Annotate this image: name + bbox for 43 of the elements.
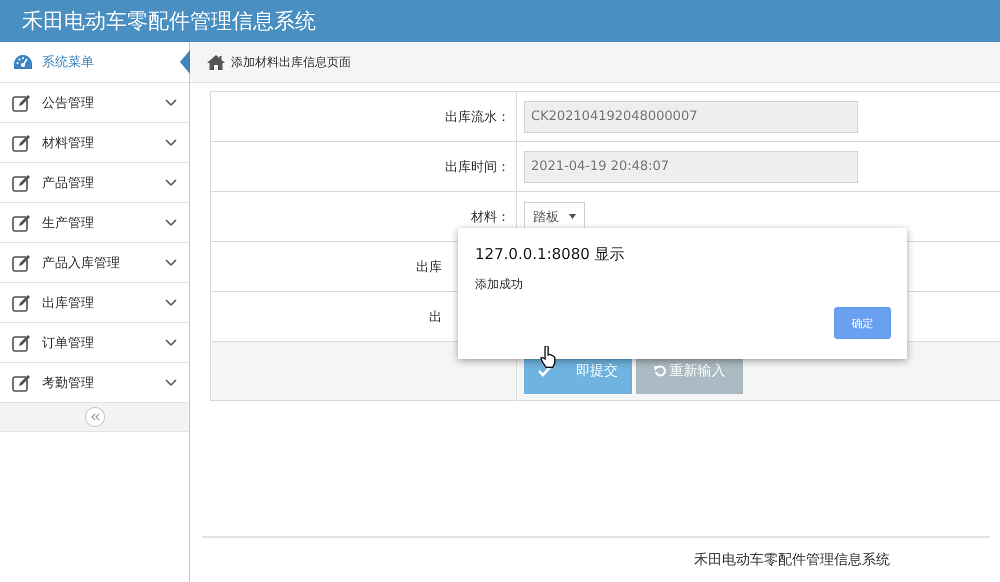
chevron-icon [165,298,177,306]
field-label: 出库流水： [445,108,510,126]
edit-icon [12,334,32,352]
edit-icon [12,254,32,272]
readonly-input-field[interactable]: 2021-04-19 20:48:07 [524,150,858,182]
chevron-icon [165,338,177,346]
sidebar-menu-item[interactable]: 公告管理 [0,83,189,123]
breadcrumb-text: 添加材料出库信息页面 [231,54,351,70]
sidebar-menu-item[interactable]: 生产管理 [0,203,189,243]
collapse-sidebar-button[interactable] [84,407,104,427]
home-icon [207,54,225,70]
dialog-title: 127.0.0.1:8080 显示 [475,245,626,264]
field-label: 出库 [416,258,442,276]
app-title: 禾田电动车零配件管理信息系统 [22,8,316,35]
chevron-icon [165,218,177,226]
footer-text: 禾田电动车零配件管理信息系统 [694,551,890,569]
dialog-message: 添加成功 [475,276,524,293]
chevron-icon [165,258,177,266]
field-label: 出库时间： [445,158,510,176]
active-pointer-icon [180,50,190,74]
edit-icon [12,374,32,392]
sidebar-menu-item[interactable]: 材料管理 [0,123,189,163]
edit-icon [12,294,32,312]
sidebar-menu-item[interactable]: 订单管理 [0,323,189,363]
chevron-icon [165,178,177,186]
double-chevron-icon [90,413,100,421]
field-label: 材料： [471,208,510,226]
edit-icon [12,214,32,232]
chevron-icon [165,378,177,386]
sidebar-menu-item[interactable]: 产品管理 [0,163,189,203]
readonly-input-field[interactable]: CK202104192048000007 [524,100,858,132]
edit-icon [12,134,32,152]
menu-title: 系统菜单 [42,54,94,71]
chevron-icon [165,98,177,106]
sidebar-menu-item[interactable]: 出库管理 [0,283,189,323]
field-label: 出 [429,308,442,326]
sidebar-menu-item[interactable]: 产品入库管理 [0,243,189,283]
dropdown-arrow-icon [569,214,576,219]
undo-icon [654,364,666,376]
dashboard-icon [13,54,33,70]
chevron-icon [165,138,177,146]
edit-icon [12,174,32,192]
edit-icon [12,94,32,112]
